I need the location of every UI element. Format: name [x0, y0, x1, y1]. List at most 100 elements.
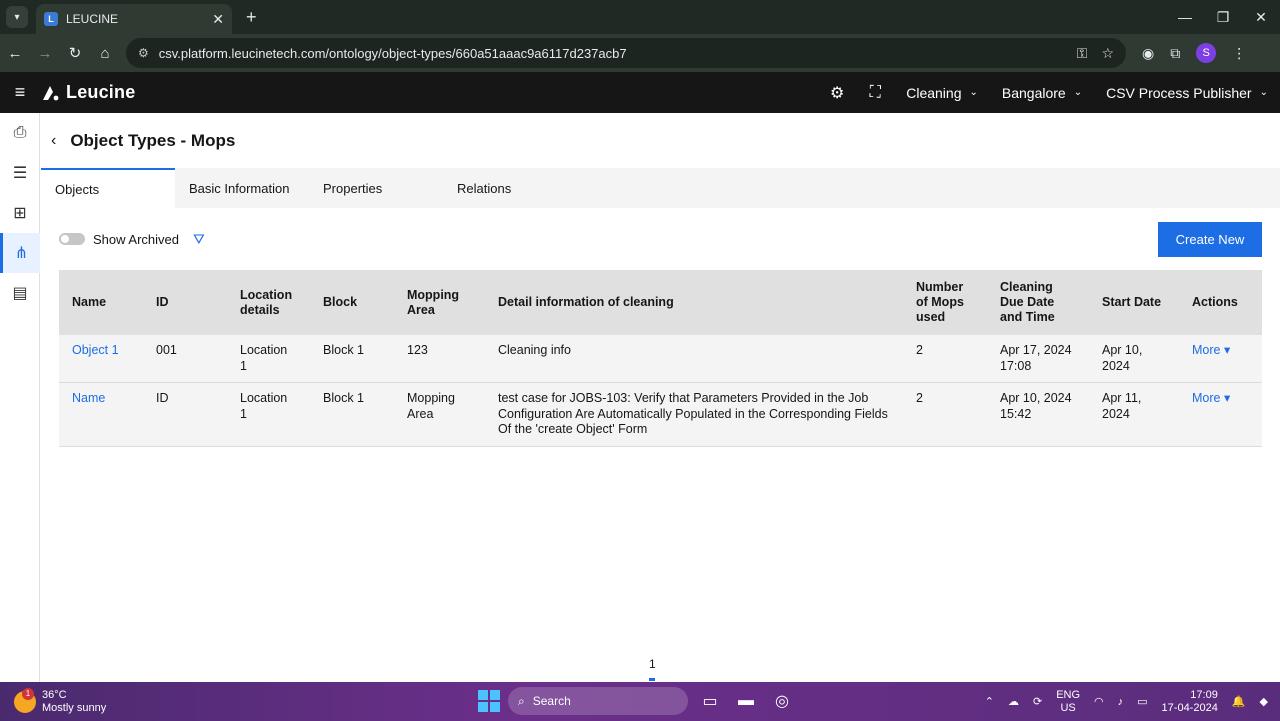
caret-down-icon: ▾	[1223, 391, 1231, 405]
object-name-link[interactable]: Object 1	[59, 335, 143, 383]
objects-table: Name ID Location details Block Mopping A…	[59, 270, 1262, 447]
minimize-icon[interactable]: —	[1166, 9, 1204, 26]
chevron-down-icon: ⌄	[969, 87, 978, 98]
chrome-icon[interactable]: ◎	[768, 687, 796, 715]
close-window-icon[interactable]: ✕	[1242, 9, 1280, 26]
tray-overflow-icon[interactable]: ⌃	[985, 695, 994, 708]
window-controls: — ❐ ✕	[1166, 9, 1280, 26]
restore-icon[interactable]: ❐	[1204, 9, 1242, 26]
notification-badge: 1	[22, 687, 34, 700]
reports-icon[interactable]: ▤	[0, 273, 40, 313]
page-tabs: Objects Basic Information Properties Rel…	[41, 168, 1280, 208]
location-dropdown[interactable]: Bangalore ⌄	[990, 85, 1094, 101]
volume-icon[interactable]: ♪	[1118, 696, 1124, 708]
copilot-icon[interactable]: ◆	[1260, 695, 1268, 708]
tab-relations[interactable]: Relations	[443, 168, 577, 208]
language-indicator[interactable]: ENG US	[1056, 689, 1080, 715]
settings-gear-icon[interactable]: ⚙	[818, 83, 856, 103]
app-header: ≡ Leucine ⚙ ⛶ Cleaning ⌄ Bangalore ⌄ CSV…	[0, 72, 1280, 113]
cell-detail: Cleaning info	[498, 343, 571, 357]
wifi-icon[interactable]: ◠	[1094, 695, 1104, 708]
table-row: Name ID Location 1 Block 1 Mopping Area …	[59, 382, 1262, 447]
windows-start-icon[interactable]	[478, 690, 500, 712]
tab-basic-information[interactable]: Basic Information	[175, 168, 309, 208]
facility-dropdown-label: Cleaning	[906, 84, 962, 101]
checklist-icon[interactable]: ☰	[0, 153, 40, 193]
inbox-icon[interactable]: ⎙	[0, 113, 40, 153]
location-dropdown-label: Bangalore	[1001, 84, 1066, 101]
col-header-mops-used: Number of Mops used	[916, 280, 964, 324]
page-number[interactable]: 1	[649, 657, 656, 671]
favicon-icon: L	[44, 12, 58, 26]
clock[interactable]: 17:09 17-04-2024	[1162, 689, 1218, 715]
cell-id: 001	[156, 343, 177, 357]
cloud-icon[interactable]: ☁	[1008, 695, 1019, 708]
battery-icon[interactable]: ▭	[1137, 695, 1147, 708]
filter-icon[interactable]: ⛛	[193, 231, 205, 248]
cell-location: Location 1	[240, 391, 288, 421]
os-taskbar: 1 36°C Mostly sunny ⌕ Search ▭ ▬ ◎ ⌃ ☁ ⟳…	[0, 682, 1280, 721]
table-row: Object 1 001 Location 1 Block 1 123 Clea…	[59, 335, 1262, 383]
bookmark-star-icon[interactable]: ☆	[1101, 45, 1114, 62]
search-icon: ⌕	[518, 693, 525, 708]
caret-down-icon: ▾	[1223, 343, 1231, 357]
back-arrow-icon[interactable]: ←	[0, 45, 30, 62]
more-label: More	[1192, 343, 1221, 357]
search-label: Search	[532, 694, 571, 708]
file-explorer-icon[interactable]: ▭	[696, 687, 724, 715]
menu-kebab-icon[interactable]: ⋮	[1232, 45, 1246, 62]
process-flow-icon[interactable]: ⊞	[0, 193, 40, 233]
main-area: ‹ Object Types - Mops Objects Basic Info…	[41, 113, 1280, 682]
site-info-icon[interactable]: ⚙	[138, 46, 149, 60]
weather-widget[interactable]: 1 36°C Mostly sunny	[14, 687, 106, 715]
brand-logo[interactable]: Leucine	[40, 82, 135, 103]
password-key-icon[interactable]: ⚿	[1077, 45, 1088, 62]
browser-tab-bar: ▾ L LEUCINE ✕ + — ❐ ✕	[0, 0, 1280, 34]
more-actions-button[interactable]: More ▾	[1179, 335, 1262, 383]
tab-title: LEUCINE	[66, 12, 119, 26]
show-archived-label: Show Archived	[93, 231, 179, 247]
chevron-down-icon: ⌄	[1259, 87, 1268, 98]
lang-code: ENG	[1056, 688, 1081, 701]
role-dropdown[interactable]: CSV Process Publisher ⌄	[1094, 85, 1280, 101]
facility-dropdown[interactable]: Cleaning ⌄	[894, 85, 990, 101]
cell-start-date: Apr 10, 2024	[1102, 343, 1143, 373]
url-text: csv.platform.leucinetech.com/ontology/ob…	[158, 45, 627, 61]
camera-extension-icon[interactable]: ◉	[1142, 45, 1154, 62]
address-toolbar: ← → ↻ ⌂ ⚙ csv.platform.leucinetech.com/o…	[0, 34, 1280, 72]
home-icon[interactable]: ⌂	[90, 45, 120, 62]
close-tab-icon[interactable]: ✕	[212, 11, 224, 28]
create-new-button[interactable]: Create New	[1158, 222, 1262, 257]
taskbar-search[interactable]: ⌕ Search	[508, 687, 688, 715]
extensions-puzzle-icon[interactable]: ⧉	[1170, 45, 1180, 62]
scan-icon[interactable]: ⛶	[856, 84, 894, 102]
ontology-tree-icon[interactable]: ⋔	[0, 233, 40, 273]
active-page-indicator	[649, 678, 656, 681]
cell-location: Location 1	[240, 343, 288, 373]
table-header-row: Name ID Location details Block Mopping A…	[59, 270, 1262, 335]
forward-arrow-icon[interactable]: →	[30, 45, 60, 62]
more-label: More	[1192, 391, 1221, 405]
tab-search-chevron-icon[interactable]: ▾	[6, 6, 28, 28]
tab-objects[interactable]: Objects	[41, 168, 175, 208]
clock-time: 17:09	[1190, 688, 1218, 701]
col-header-actions: Actions	[1192, 295, 1238, 309]
object-name-link[interactable]: Name	[59, 383, 143, 447]
pagination[interactable]: 1	[649, 657, 656, 681]
hamburger-menu-icon[interactable]: ≡	[0, 82, 40, 103]
back-chevron-icon[interactable]: ‹	[51, 132, 56, 150]
tab-properties[interactable]: Properties	[309, 168, 443, 208]
bell-icon[interactable]: 🔔	[1232, 695, 1246, 708]
folder-icon[interactable]: ▬	[732, 687, 760, 715]
sun-icon: 1	[14, 687, 36, 713]
more-actions-button[interactable]: More ▾	[1179, 383, 1262, 447]
show-archived-toggle[interactable]	[59, 233, 85, 245]
sync-icon[interactable]: ⟳	[1033, 695, 1042, 708]
url-bar[interactable]: ⚙ csv.platform.leucinetech.com/ontology/…	[126, 38, 1126, 68]
browser-tab[interactable]: L LEUCINE ✕	[36, 4, 232, 34]
reload-icon[interactable]: ↻	[60, 44, 90, 62]
clock-date: 17-04-2024	[1161, 701, 1218, 714]
new-tab-icon[interactable]: +	[246, 7, 257, 28]
objects-panel: Show Archived ⛛ Create New Name ID Locat…	[41, 208, 1280, 682]
profile-avatar[interactable]: S	[1196, 43, 1217, 63]
